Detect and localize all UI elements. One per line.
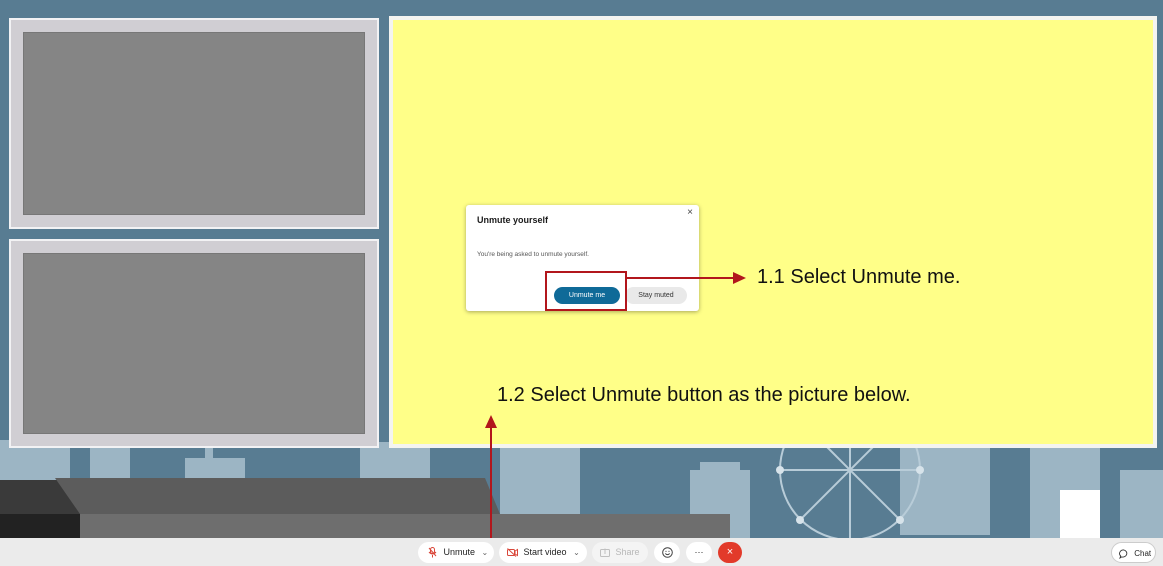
share-icon — [600, 548, 610, 558]
microphone-muted-icon — [428, 547, 437, 558]
dialog-title: Unmute yourself — [477, 215, 549, 225]
chevron-down-icon[interactable]: ⌄ — [482, 548, 489, 557]
chat-bubble-icon — [1119, 549, 1128, 559]
chat-label: Chat — [1134, 549, 1152, 558]
chat-button[interactable]: Chat — [1111, 542, 1156, 563]
more-options-button[interactable]: ··· — [686, 542, 712, 563]
stay-muted-button[interactable]: Stay muted — [625, 287, 687, 304]
close-icon: × — [726, 546, 734, 558]
annotation-step-1-2: 1.2 Select Unmute button as the picture … — [497, 384, 911, 406]
participant-video-tile — [9, 18, 379, 229]
camera-icon — [507, 548, 518, 557]
share-button[interactable]: Share — [592, 542, 648, 563]
reactions-button[interactable] — [654, 542, 680, 563]
chevron-down-icon[interactable]: ⌄ — [573, 548, 580, 557]
dialog-message: You're being asked to unmute yourself. — [477, 251, 589, 258]
unmute-button[interactable]: Unmute ⌄ — [418, 542, 494, 563]
annotation-step-1-1: 1.1 Select Unmute me. — [757, 266, 961, 288]
leave-meeting-button[interactable]: × — [718, 542, 742, 563]
more-icon: ··· — [694, 547, 704, 557]
unmute-label: Unmute — [443, 547, 476, 557]
start-video-label: Start video — [523, 547, 567, 557]
meeting-toolbar: Unmute ⌄ Start video ⌄ Share ··· × Chat — [0, 538, 1163, 566]
start-video-button[interactable]: Start video ⌄ — [499, 542, 587, 563]
video-placeholder — [23, 32, 365, 215]
smiley-icon — [661, 547, 673, 558]
participant-video-tile — [9, 239, 379, 448]
close-icon[interactable]: × — [687, 207, 693, 219]
share-label: Share — [615, 547, 640, 557]
highlight-box-unmute-me — [545, 271, 627, 311]
video-placeholder — [23, 253, 365, 434]
